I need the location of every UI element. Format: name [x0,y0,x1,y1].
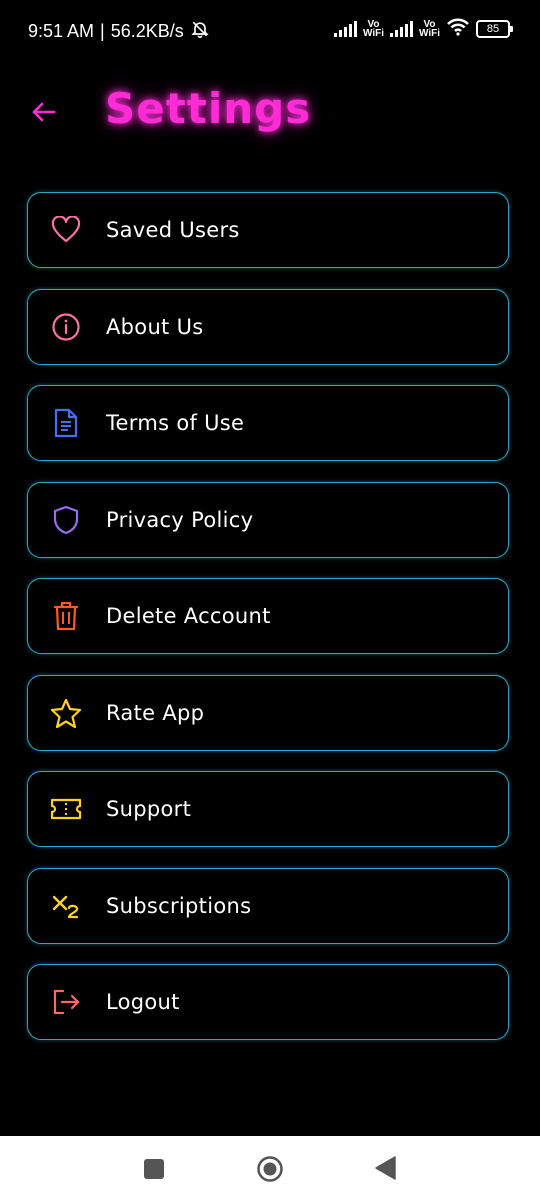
heart-icon [50,214,82,246]
recent-apps-button[interactable] [143,1158,165,1184]
vowifi-icon: Vo WiFi [362,20,384,39]
circle-icon [257,1156,283,1182]
signal-icon [389,21,413,37]
menu-item-label: About Us [106,314,204,339]
vowifi-bottom: WiFi [418,28,440,39]
menu-item-label: Logout [106,990,180,1014]
subscript-icon [50,890,82,922]
info-icon [50,311,82,343]
document-icon [50,407,82,439]
wifi-icon [446,18,470,40]
settings-screen: 9:51 AM | 56.2KB/s Vo WiFi Vo WiFi 85 Se… [0,0,540,1200]
shield-icon [50,504,82,536]
battery-icon: 85 [476,20,513,38]
menu-item-support[interactable]: Support [27,771,509,847]
menu-item-about-us[interactable]: About Us [27,288,509,365]
status-time: 9:51 AM [28,21,95,41]
menu-item-terms-of-use[interactable]: Terms of Use [27,385,509,461]
status-speed: 56.2KB/s [110,21,184,41]
status-right: Vo WiFi Vo WiFi 85 [333,18,513,40]
menu-item-saved-users[interactable]: Saved Users [27,192,509,268]
page-title: Settings [105,84,312,133]
menu-item-delete-account[interactable]: Delete Account [27,578,509,654]
ticket-icon [50,793,82,825]
menu-item-logout[interactable]: Logout [27,964,509,1040]
menu-item-privacy-policy[interactable]: Privacy Policy [27,481,509,558]
vowifi-bottom: WiFi [362,28,384,39]
vowifi-icon: Vo WiFi [418,20,440,39]
menu-item-label: Delete Account [106,604,271,628]
menu-item-label: Saved Users [106,218,240,242]
menu-item-label: Support [106,797,192,821]
menu-item-subscriptions[interactable]: Subscriptions [27,867,509,944]
status-separator: | [100,21,105,41]
menu-item-label: Rate App [106,700,205,725]
menu-item-label: Terms of Use [106,411,245,435]
signal-icon [333,21,357,37]
menu-item-label: Privacy Policy [106,507,254,532]
menu-item-rate-app[interactable]: Rate App [27,674,509,751]
header: Settings [0,84,540,140]
back-button[interactable] [28,96,60,128]
trash-icon [50,600,82,632]
arrow-left-icon [32,102,56,122]
settings-menu: Saved Users About Us Terms of Use Privac… [27,192,513,1061]
nav-back-button[interactable] [374,1156,396,1184]
menu-item-label: Subscriptions [106,893,252,918]
status-bar: 9:51 AM | 56.2KB/s Vo WiFi Vo WiFi 85 [0,0,540,62]
system-nav-bar [0,1136,540,1200]
star-icon [50,697,82,729]
logout-icon [50,986,82,1018]
home-button[interactable] [256,1155,284,1187]
triangle-back-icon [375,1156,396,1180]
status-left: 9:51 AM | 56.2KB/s [28,19,210,44]
square-icon [144,1159,164,1179]
mute-alarm-icon [190,19,210,44]
